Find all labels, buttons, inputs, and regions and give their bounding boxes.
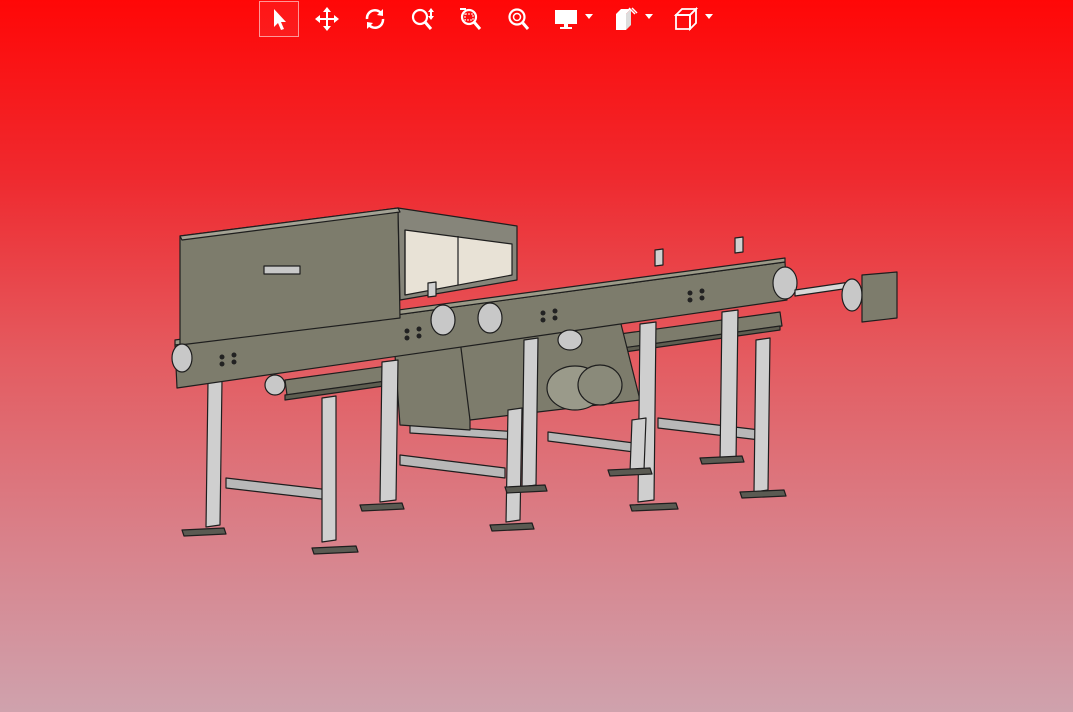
chevron-down-icon xyxy=(645,14,653,19)
section-cube-icon xyxy=(616,7,638,30)
display-monitor-icon xyxy=(555,10,577,29)
zoom-tool-button[interactable] xyxy=(403,1,443,37)
cross-braces xyxy=(225,417,761,501)
select-arrow-icon xyxy=(274,9,286,30)
zoom-fit-icon xyxy=(508,8,530,30)
zoom-in-out-icon xyxy=(411,8,434,30)
3d-viewport[interactable] xyxy=(0,0,1073,712)
conveyor-3d-model[interactable] xyxy=(0,0,1073,712)
pan-tool-button[interactable] xyxy=(307,1,347,37)
standard-views-dropdown[interactable] xyxy=(667,1,717,37)
zoom-fit-button[interactable] xyxy=(499,1,539,37)
rotate-icon xyxy=(365,9,385,29)
zoom-window-icon xyxy=(460,8,482,30)
chevron-down-icon xyxy=(585,14,593,19)
viewer-toolbar xyxy=(259,0,727,38)
display-mode-dropdown[interactable] xyxy=(547,1,597,37)
pan-move-icon xyxy=(315,7,339,31)
view-cube-icon xyxy=(673,6,699,32)
chevron-down-icon xyxy=(705,14,713,19)
zoom-window-button[interactable] xyxy=(451,1,491,37)
rotate-tool-button[interactable] xyxy=(355,1,395,37)
select-tool-button[interactable] xyxy=(259,1,299,37)
section-view-dropdown[interactable] xyxy=(607,1,657,37)
